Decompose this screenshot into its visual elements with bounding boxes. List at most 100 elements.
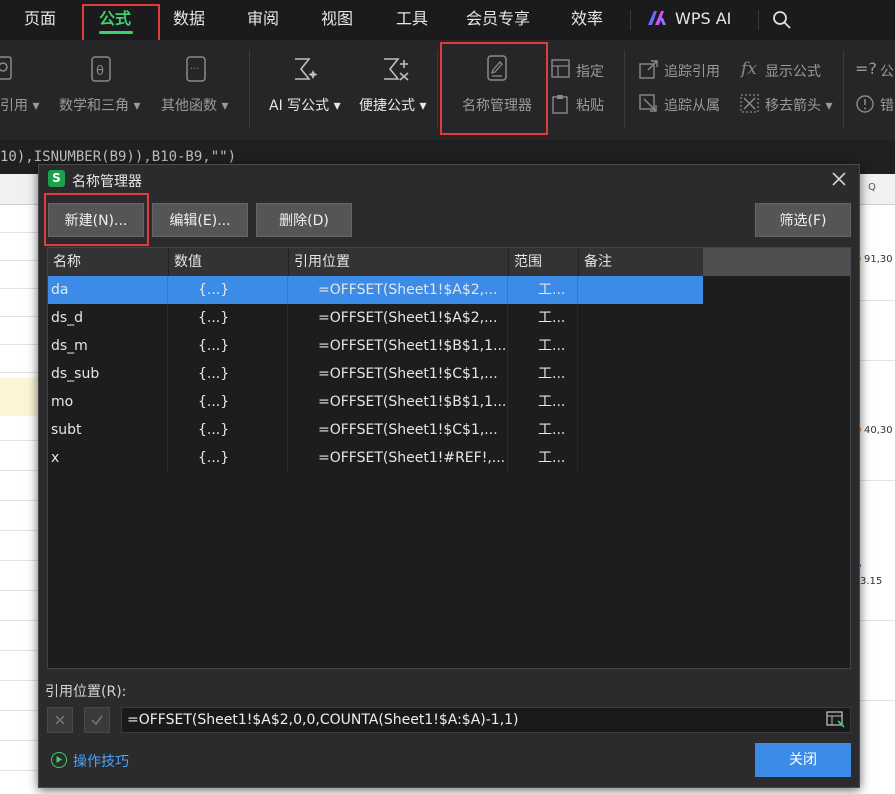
grid-line [0,288,40,289]
grid-line [0,710,40,711]
ref-input[interactable]: =OFFSET(Sheet1!$A$2,0,0,COUNTA(Sheet1!$A… [121,707,851,733]
grid-line [855,620,895,621]
ribbon-formula-partial[interactable]: 公 [880,61,894,81]
ribbon-specify[interactable]: 指定 [576,61,604,81]
table-row[interactable]: ds_m {...} =OFFSET(Sheet1!$B$1,1... 工... [48,332,703,360]
cell-name: subt [51,422,82,438]
cell-separator [287,444,288,472]
cell-separator [577,276,578,304]
ribbon-show-formulas[interactable]: 显示公式 [765,61,821,81]
ribbon-math-trig[interactable]: 数学和三角 ▾ [59,95,140,115]
ribbon-paste[interactable]: 粘贴 [576,95,604,115]
table-row[interactable]: subt {...} =OFFSET(Sheet1!$C$1,... 工... [48,416,703,444]
menu-tools[interactable]: 工具 [396,0,428,40]
cancel-edit-button[interactable] [47,707,73,733]
cell-name: ds_d [51,310,84,326]
table-row[interactable]: ds_sub {...} =OFFSET(Sheet1!$C$1,... 工... [48,360,703,388]
grid-line [0,470,40,471]
menu-view[interactable]: 视图 [321,0,353,40]
menu-data[interactable]: 数据 [173,0,205,40]
cell-name: mo [51,394,74,410]
tips-link[interactable]: 操作技巧 [73,751,129,771]
cell-separator [577,388,578,416]
cell-name: ds_m [51,338,88,354]
menu-wps-ai[interactable]: WPS AI [675,0,731,40]
cell-separator [167,276,168,304]
highlight-box-new-button [44,193,149,246]
ribbon-quick-formula[interactable]: 便捷公式 ▾ [359,95,426,115]
cell-note [582,304,701,332]
cell-separator [167,332,168,360]
grid-line [0,440,40,441]
cell-scope: 工... [538,394,566,410]
ribbon-ref-func[interactable]: 引用 ▾ [0,95,39,115]
ribbon-divider [249,50,250,128]
close-button[interactable]: 关闭 [755,743,851,777]
specify-icon [551,59,570,78]
cell-scope: 工... [538,422,566,438]
table-row[interactable]: da {...} =OFFSET(Sheet1!$A$2,... 工... [48,276,703,304]
cell-separator [577,416,578,444]
close-icon[interactable] [829,169,849,189]
cell-separator [287,360,288,388]
grid-line [0,650,40,651]
cell-name: da [51,282,69,298]
quick-formula-icon [384,58,409,81]
ref-input-value: =OFFSET(Sheet1!$A$2,0,0,COUNTA(Sheet1!$A… [127,712,519,728]
ribbon-error-partial[interactable]: 错 [880,95,894,115]
column-header-name[interactable]: 名称 [48,248,168,276]
ribbon-ai-formula[interactable]: AI 写公式 ▾ [269,95,341,115]
column-header-scope[interactable]: 范围 [508,248,578,276]
formula-bar-text: 10),ISNUMBER(B9)),B10-B9,"") [0,149,237,165]
table-row[interactable]: mo {...} =OFFSET(Sheet1!$B$1,1... 工... [48,388,703,416]
range-select-icon[interactable] [826,711,846,729]
ribbon-divider [624,50,625,128]
menu-review[interactable]: 审阅 [247,0,279,40]
play-icon [51,752,67,768]
cell-note [582,444,701,472]
edit-button[interactable]: 编辑(E)... [152,203,248,237]
cell-value: {...} [198,450,230,466]
cell-scope: 工... [538,450,566,466]
cell-ref: =OFFSET(Sheet1!$B$1,1... [318,394,506,410]
cell-value: {...} [198,282,230,298]
cell-note [582,360,701,388]
delete-button[interactable]: 删除(D) [256,203,352,237]
menu-member[interactable]: 会员专享 [466,0,530,40]
ai-formula-icon [295,58,318,80]
grid-line [0,680,40,681]
cross-icon [55,715,65,725]
cell-separator [167,304,168,332]
cell-note [582,388,701,416]
cell-separator [507,304,508,332]
column-header-ref[interactable]: 引用位置 [288,248,508,276]
cell-separator [287,416,288,444]
cell-separator [507,416,508,444]
ribbon-other-func[interactable]: 其他函数 ▾ [161,95,228,115]
cell-scope: 工... [538,310,566,326]
app-logo-icon: S [48,170,65,187]
column-header-q[interactable]: Q [868,182,876,193]
menu-efficiency[interactable]: 效率 [571,0,603,40]
table-row[interactable]: x {...} =OFFSET(Sheet1!#REF!,... 工... [48,444,703,472]
cell-value: {...} [198,422,230,438]
cell-name: ds_sub [51,366,100,382]
confirm-edit-button[interactable] [84,707,110,733]
column-header-note[interactable]: 备注 [578,248,703,276]
ribbon-trace-dependents[interactable]: 追踪从属 [664,95,720,115]
cell-separator [167,444,168,472]
table-row[interactable]: ds_d {...} =OFFSET(Sheet1!$A$2,... 工... [48,304,703,332]
menu-page[interactable]: 页面 [24,0,56,40]
ribbon-remove-arrows[interactable]: 移去箭头 ▾ [765,95,832,115]
ribbon-trace-precedents[interactable]: 追踪引用 [664,61,720,81]
filter-button[interactable]: 筛选(F) [755,203,851,237]
cell-separator [507,332,508,360]
column-header-value[interactable]: 数值 [168,248,288,276]
name-manager-dialog: S 名称管理器 新建(N)... 编辑(E)... 删除(D) 筛选(F) 名称… [38,164,860,788]
search-icon[interactable] [772,10,792,30]
cell-separator [287,388,288,416]
grid-line [855,360,895,361]
svg-text:θ: θ [96,64,104,79]
menu-divider [758,10,759,30]
cell-scope: 工... [538,338,566,354]
